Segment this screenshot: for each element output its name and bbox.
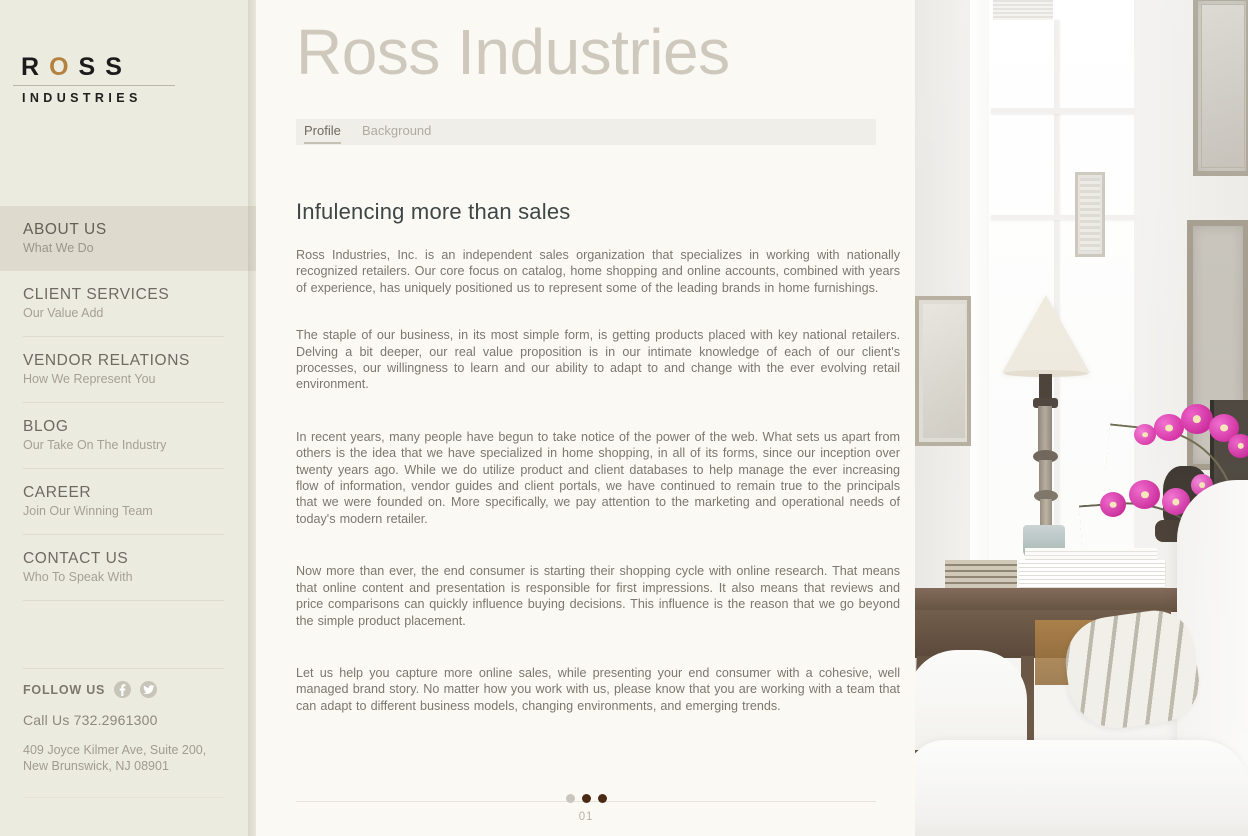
logo-wordmark: ROSS [13,52,175,82]
paragraph: The staple of our business, in its most … [296,328,900,392]
sidebar-item-career[interactable]: CAREER Join Our Winning Team [0,469,256,534]
main-content: Ross Industries Profile Background Inful… [256,0,915,836]
sidebar-item-title: ABOUT US [23,221,107,238]
article-body: Ross Industries, Inc. is an independent … [296,247,900,714]
sidebar-item-title: CONTACT US [23,550,129,567]
sidebar-item-subtitle: Our Value Add [23,306,104,320]
paragraph: In recent years, many people have begun … [296,429,900,526]
photo-lamp-stem-middle [1039,460,1052,494]
tab-profile[interactable]: Profile [304,123,341,144]
pagination-number: 01 [578,811,594,823]
photo-sofa-arm [915,650,1027,750]
logo-letter-r: R [21,53,50,81]
photo-wooden-table-top [915,588,1181,612]
logo-divider [13,85,175,86]
paragraph: Let us help you capture more online sale… [296,665,900,713]
photo-lamp-shade [1002,295,1090,373]
logo-letter-o-accent: O [49,53,79,81]
logo-subtext: INDUSTRIES [22,91,142,105]
pagination-dot-1[interactable] [565,794,575,803]
hero-photo-interior-room [915,0,1248,836]
pagination-dots [296,794,876,803]
sidebar-item-title: VENDOR RELATIONS [23,352,190,369]
photo-orchid-bloom [1129,480,1160,509]
page-root: ROSS INDUSTRIES ABOUT US What We Do CLIE… [0,0,1248,836]
sidebar: ROSS INDUSTRIES ABOUT US What We Do CLIE… [0,0,258,836]
sidebar-item-title: BLOG [23,418,69,435]
follow-us-label: FOLLOW US [23,682,106,697]
photo-orchid-bloom [1134,424,1156,445]
tab-bar: Profile Background [296,119,876,145]
photo-orchid-bloom [1228,434,1248,458]
sidebar-nav: ABOUT US What We Do CLIENT SERVICES Our … [0,206,256,601]
sidebar-item-about-us[interactable]: ABOUT US What We Do [0,206,256,271]
address: 409 Joyce Kilmer Ave, Suite 200, New Bru… [0,728,256,774]
logo-letters-ss: SS [78,53,132,81]
photo-framed-picture-left-art [923,304,965,438]
section-heading: Infulencing more than sales [296,199,571,224]
address-line-1: 409 Joyce Kilmer Ave, Suite 200, [23,743,207,757]
sidebar-item-client-services[interactable]: CLIENT SERVICES Our Value Add [0,271,256,336]
sidebar-item-subtitle: Who To Speak With [23,570,133,584]
sidebar-item-subtitle: How We Represent You [23,372,156,386]
sidebar-footer: FOLLOW US Call Us 732.2961300 409 Joyce … [0,668,256,798]
photo-lamp-stem-upper [1038,406,1052,452]
photo-sofa-skirt [915,812,1248,836]
sidebar-item-vendor-relations[interactable]: VENDOR RELATIONS How We Represent You [0,337,256,402]
tab-background[interactable]: Background [362,123,431,142]
sidebar-item-subtitle: Our Take On The Industry [23,438,167,452]
photo-small-framed-picture-art [1080,178,1100,251]
sidebar-item-title: CAREER [23,484,92,501]
address-line-2: New Brunswick, NJ 08901 [23,759,169,773]
phone-number[interactable]: Call Us 732.2961300 [0,698,256,728]
photo-orchid-bloom [1100,492,1126,517]
facebook-icon[interactable] [114,681,132,698]
sidebar-item-blog[interactable]: BLOG Our Take On The Industry [0,403,256,468]
photo-stacked-papers [1019,560,1165,590]
sidebar-item-contact-us[interactable]: CONTACT US Who To Speak With [0,535,256,600]
photo-stacked-books [945,560,1017,588]
paragraph: Ross Industries, Inc. is an independent … [296,248,900,295]
photo-window-blind [993,0,1053,20]
page-title: Ross Industries [296,16,730,88]
sidebar-item-subtitle: Join Our Winning Team [23,504,153,518]
pagination-dot-3[interactable] [597,794,607,803]
photo-window-mullion-horizontal [991,108,1134,114]
photo-lamp-neck [1039,374,1052,400]
paragraph: Now more than ever, the end consumer is … [296,564,900,628]
footer-divider-bottom [23,797,224,798]
nav-divider [23,600,224,601]
photo-orchid-bloom [1154,414,1184,441]
photo-window-mullion-horizontal-2 [991,215,1134,220]
photo-framed-mirror-top-right-glass [1201,4,1245,168]
twitter-icon[interactable] [140,681,158,698]
sidebar-item-title: CLIENT SERVICES [23,286,170,303]
follow-us-row: FOLLOW US [0,669,256,698]
pagination-dot-2[interactable] [581,794,591,803]
logo[interactable]: ROSS INDUSTRIES [13,52,175,105]
sidebar-item-subtitle: What We Do [23,241,94,255]
